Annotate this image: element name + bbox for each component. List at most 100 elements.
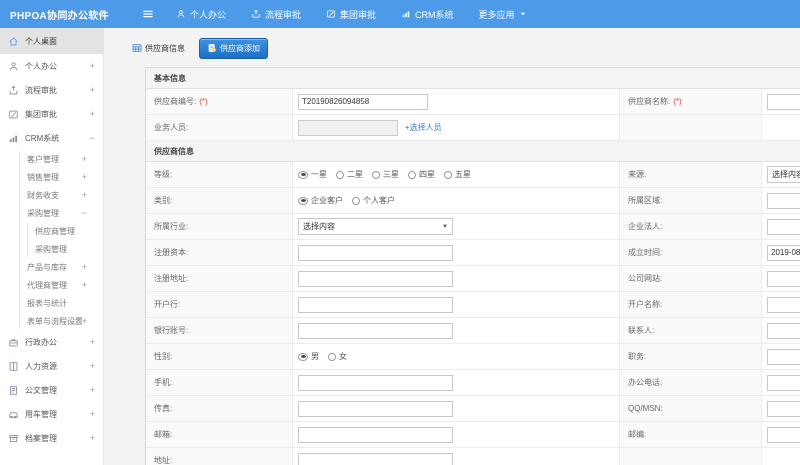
nav-personal-office[interactable]: 个人办公 <box>176 8 226 21</box>
expand-icon[interactable]: + <box>90 433 95 443</box>
position-input[interactable] <box>767 348 800 365</box>
nav-crm-system[interactable]: CRM系统 <box>401 8 454 21</box>
expand-icon[interactable]: + <box>82 262 87 272</box>
expand-icon[interactable]: + <box>90 409 95 419</box>
email-input[interactable] <box>298 426 453 443</box>
sidebar-item-reports-stats[interactable]: 报表与统计 <box>0 294 103 312</box>
sidebar-item-personal-office[interactable]: 个人办公 + <box>0 54 103 78</box>
radio-icon <box>408 170 416 179</box>
sidebar-item-purchasing[interactable]: 采购管理 <box>0 240 103 258</box>
sidebar-item-label: 代理商管理 <box>27 280 67 290</box>
tab-supplier-add[interactable]: 供应商添加 <box>199 37 268 59</box>
car-icon <box>8 409 19 420</box>
sidebar-item-product-inventory[interactable]: 产品与库存 + <box>0 258 103 276</box>
sidebar-item-document-mgmt[interactable]: 公文管理 + <box>0 378 103 402</box>
collapse-icon[interactable]: − <box>82 208 87 218</box>
gender-radio-1[interactable]: 女 <box>328 351 347 362</box>
industry-select[interactable]: 选择内容 ▼ <box>298 218 453 235</box>
expand-icon[interactable]: + <box>90 361 95 371</box>
sidebar-item-customer-mgmt[interactable]: 客户管理 + <box>0 150 103 168</box>
sidebar-item-admin-office[interactable]: 行政办公 + <box>0 330 103 354</box>
sidebar-item-supplier-mgmt[interactable]: 供应商管理 <box>0 222 103 240</box>
tab-label: 供应商信息 <box>145 43 185 53</box>
field-cell <box>293 318 620 343</box>
level-radio-1[interactable]: 二星 <box>336 169 363 180</box>
sidebar-item-sales-mgmt[interactable]: 销售管理 + <box>0 168 103 186</box>
expand-icon[interactable]: + <box>82 280 87 290</box>
business-person-picker-link[interactable]: +选择人员 <box>405 122 442 133</box>
registered-capital-input[interactable] <box>298 244 453 261</box>
level-radio-3[interactable]: 四星 <box>408 169 435 180</box>
sidebar-item-vehicle-mgmt[interactable]: 用车管理 + <box>0 402 103 426</box>
level-radio-2[interactable]: 三星 <box>372 169 399 180</box>
level-radio-group: 一星 二星 三星 四星 五星 <box>298 169 471 180</box>
sidebar-item-human-resources[interactable]: 人力资源 + <box>0 354 103 378</box>
radio-icon <box>298 196 308 205</box>
address-input[interactable] <box>298 452 453 465</box>
fax-input[interactable] <box>298 400 453 417</box>
field-cell <box>293 396 620 421</box>
field-cell <box>762 240 800 265</box>
sidebar-item-archive-mgmt[interactable]: 档案管理 + <box>0 426 103 450</box>
office-phone-input[interactable] <box>767 374 800 391</box>
sidebar-item-agent-mgmt[interactable]: 代理商管理 + <box>0 276 103 294</box>
region-input[interactable] <box>767 192 800 209</box>
business-person-input[interactable] <box>298 119 398 136</box>
registered-address-input[interactable] <box>298 270 453 287</box>
qq-msn-input[interactable] <box>767 400 800 417</box>
level-radio-4[interactable]: 五星 <box>444 169 471 180</box>
radio-icon <box>352 196 360 205</box>
expand-icon[interactable]: + <box>82 190 87 200</box>
expand-icon[interactable]: + <box>82 154 87 164</box>
expand-icon[interactable]: + <box>90 385 95 395</box>
field-label: 地址: <box>154 456 173 465</box>
field-label: 公司网站: <box>628 274 663 283</box>
sidebar-item-workflow-approval[interactable]: 流程审批 + <box>0 78 103 102</box>
company-website-input[interactable] <box>767 270 800 287</box>
bank-account-input[interactable] <box>298 322 453 339</box>
expand-icon[interactable]: + <box>90 109 95 119</box>
tab-supplier-info[interactable]: 供应商信息 <box>124 38 193 59</box>
source-select[interactable]: 选择内容▼ <box>767 166 800 183</box>
field-label: 类别: <box>154 196 173 205</box>
bank-branch-input[interactable] <box>298 296 453 313</box>
expand-icon[interactable]: + <box>90 337 95 347</box>
category-radio-0[interactable]: 企业客户 <box>298 195 343 206</box>
expand-icon[interactable]: + <box>90 61 95 71</box>
label-cell: 来源: <box>620 162 762 187</box>
menu-icon[interactable] <box>142 8 154 20</box>
nav-workflow-approval[interactable]: 流程审批 <box>251 8 301 21</box>
expand-icon[interactable]: + <box>82 172 87 182</box>
account-name-input[interactable] <box>767 296 800 313</box>
level-radio-0[interactable]: 一星 <box>298 169 327 180</box>
nav-group-approval[interactable]: 集团审批 <box>326 8 376 21</box>
sidebar-item-finance-income-expense[interactable]: 财务收支 + <box>0 186 103 204</box>
zip-code-input[interactable] <box>767 426 800 443</box>
sidebar-item-label: 供应商管理 <box>35 226 75 236</box>
category-radio-1[interactable]: 个人客户 <box>352 195 395 206</box>
gender-radio-0[interactable]: 男 <box>298 351 319 362</box>
expand-icon[interactable]: + <box>82 316 87 326</box>
form-row: 开户行: 开户名称: <box>146 292 800 318</box>
sidebar-item-crm-system[interactable]: CRM系统 − <box>0 126 103 150</box>
sidebar-item-group-approval[interactable]: 集团审批 + <box>0 102 103 126</box>
archive-icon <box>8 433 19 444</box>
supplier-code-input[interactable] <box>298 93 428 110</box>
home-icon <box>8 36 19 47</box>
required-marker: (*) <box>673 97 682 106</box>
form-row: 地址: <box>146 448 800 465</box>
nav-more-apps[interactable]: 更多应用 <box>479 8 527 21</box>
field-label: 所属行业: <box>154 222 189 231</box>
legal-person-input[interactable] <box>767 218 800 235</box>
sidebar-item-form-flow-settings[interactable]: 表单与流程设置 + <box>0 312 103 330</box>
collapse-icon[interactable]: − <box>90 133 95 143</box>
form-row: 业务人员: +选择人员 <box>146 115 800 141</box>
supplier-name-input[interactable] <box>767 93 800 110</box>
contact-person-input[interactable] <box>767 322 800 339</box>
sidebar-item-label: 客户管理 <box>27 154 59 164</box>
mobile-input[interactable] <box>298 374 453 391</box>
founded-date-input[interactable] <box>767 244 800 261</box>
sidebar-item-personal-desktop[interactable]: 个人桌面 <box>0 28 103 54</box>
expand-icon[interactable]: + <box>90 85 95 95</box>
sidebar-item-purchase-mgmt[interactable]: 采购管理 − <box>0 204 103 222</box>
